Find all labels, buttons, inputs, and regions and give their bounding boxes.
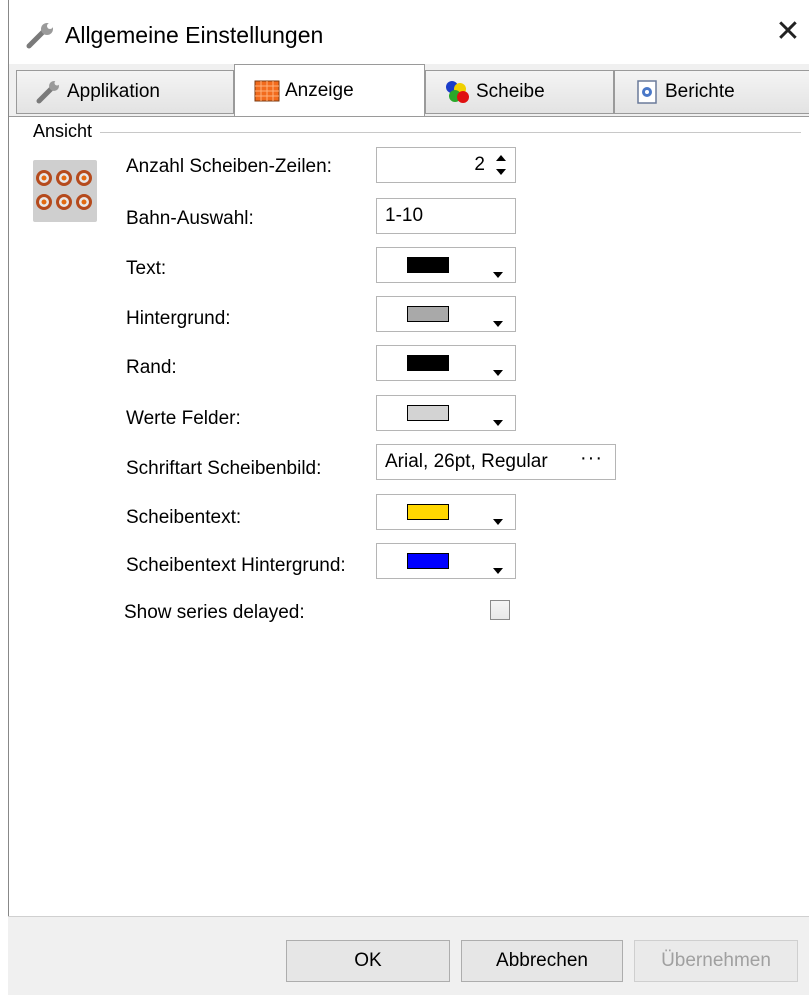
spinner-arrows-icon[interactable] [493, 150, 509, 180]
lane-selection-label: Bahn-Auswahl: [126, 208, 254, 229]
cancel-button[interactable]: Abbrechen [461, 940, 623, 982]
chevron-down-icon [493, 360, 503, 376]
browse-font-button[interactable]: ··· [580, 447, 603, 470]
color-swatch [407, 257, 449, 273]
border-color-label: Rand: [126, 357, 177, 378]
value-fields-color-picker[interactable] [376, 395, 516, 431]
report-icon [633, 79, 661, 105]
rows-count-value: 2 [474, 154, 485, 175]
target-text-color-label: Scheibentext: [126, 507, 242, 528]
color-swatch [407, 405, 449, 421]
targets-grid-icon [33, 160, 97, 222]
value-fields-color-label: Werte Felder: [126, 408, 241, 429]
color-swatch [407, 504, 449, 520]
chevron-down-icon [493, 558, 503, 574]
color-swatch [407, 306, 449, 322]
text-color-label: Text: [126, 258, 167, 279]
tab-strip: Applikation Anzeige Scheibe Berichte [9, 64, 809, 116]
ok-button[interactable]: OK [286, 940, 450, 982]
target-font-value: Arial, 26pt, Regular [385, 451, 548, 472]
lane-selection-value: 1-10 [385, 205, 424, 226]
tab-label: Scheibe [476, 81, 545, 102]
group-label-ansicht: Ansicht [33, 121, 97, 142]
tab-label: Berichte [665, 81, 735, 102]
border-color-picker[interactable] [376, 345, 516, 381]
tab-scheibe[interactable]: Scheibe [425, 70, 614, 114]
chevron-down-icon [493, 410, 503, 426]
color-swatch [407, 355, 449, 371]
tab-label: Applikation [67, 81, 160, 102]
rows-count-spinner[interactable]: 2 [376, 147, 516, 183]
target-text-color-picker[interactable] [376, 494, 516, 530]
display-grid-icon [253, 78, 281, 104]
tab-applikation[interactable]: Applikation [16, 70, 234, 114]
target-font-picker[interactable]: Arial, 26pt, Regular ··· [376, 444, 616, 480]
target-font-label: Schriftart Scheibenbild: [126, 458, 322, 479]
tab-anzeige[interactable]: Anzeige [234, 64, 425, 116]
rows-count-label: Anzahl Scheiben-Zeilen: [126, 156, 332, 177]
apply-button[interactable]: Übernehmen [634, 940, 798, 982]
background-color-label: Hintergrund: [126, 308, 231, 329]
title-bar: Allgemeine Einstellungen ✕ [9, 0, 809, 64]
group-separator [100, 132, 801, 133]
text-color-picker[interactable] [376, 247, 516, 283]
tab-label: Anzeige [285, 79, 354, 101]
show-series-delayed-checkbox[interactable] [490, 600, 510, 620]
target-text-bg-color-picker[interactable] [376, 543, 516, 579]
colored-circles-icon [444, 79, 472, 105]
show-series-delayed-label: Show series delayed: [124, 602, 305, 623]
chevron-down-icon [493, 262, 503, 278]
tab-berichte[interactable]: Berichte [614, 70, 809, 114]
chevron-down-icon [493, 311, 503, 327]
lane-selection-input[interactable]: 1-10 [376, 198, 516, 234]
background-color-picker[interactable] [376, 296, 516, 332]
close-button[interactable]: ✕ [766, 10, 809, 54]
wrench-icon [35, 79, 63, 105]
wrench-icon [25, 22, 57, 50]
color-swatch [407, 553, 449, 569]
target-text-bg-color-label: Scheibentext Hintergrund: [126, 555, 346, 576]
dialog-title: Allgemeine Einstellungen [65, 22, 324, 48]
chevron-down-icon [493, 509, 503, 525]
